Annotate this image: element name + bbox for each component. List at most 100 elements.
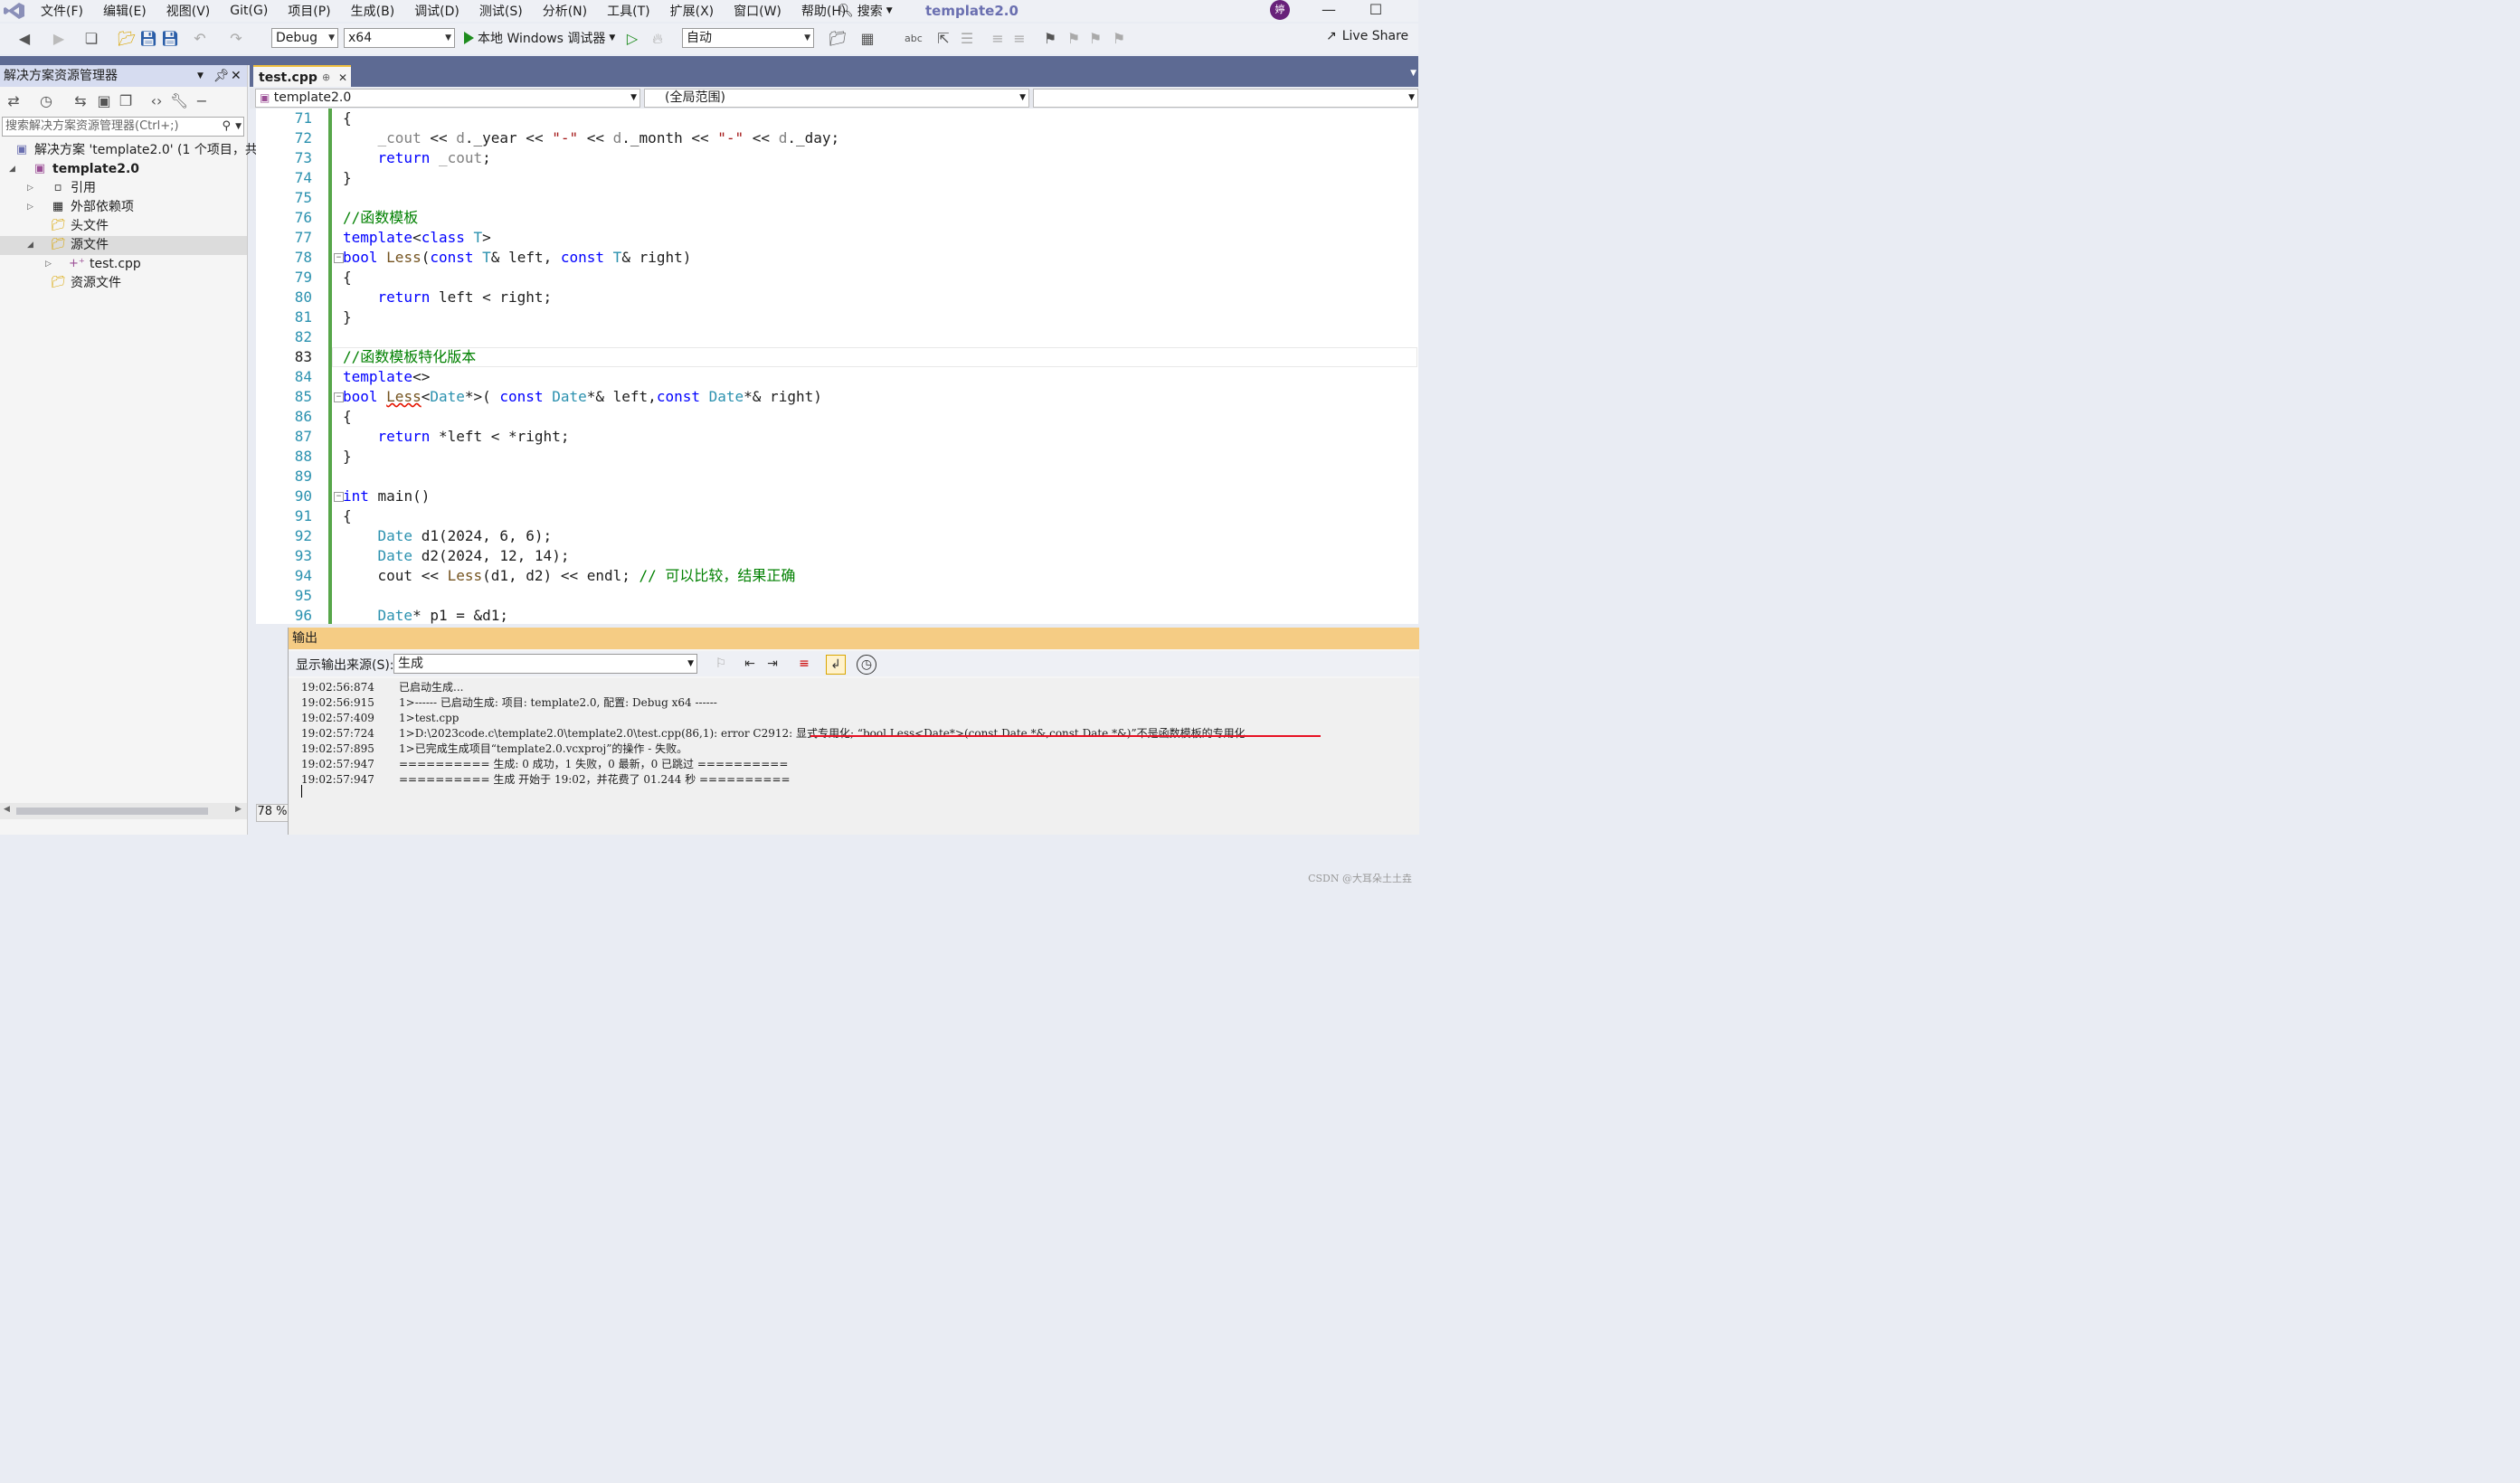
prev-message-icon[interactable]: ⇤: [741, 655, 759, 673]
config-dropdown[interactable]: Debug ▼: [271, 28, 338, 48]
save-icon[interactable]: 💾︎: [139, 31, 157, 47]
tree-item-source-files[interactable]: ◢ 📁︎ 源文件: [0, 236, 247, 255]
tree-item-solution[interactable]: ▣ 解决方案 'template2.0' (1 个项目，共: [0, 141, 258, 160]
chevron-down-icon[interactable]: ▼: [235, 118, 242, 136]
save-all-icon[interactable]: 💾︎: [161, 31, 179, 47]
wrench-icon[interactable]: 🔧︎: [170, 93, 188, 109]
chevron-down-icon[interactable]: ▼: [197, 65, 204, 87]
code-line: return *left < *right;: [377, 428, 570, 445]
next-message-icon[interactable]: ⇥: [763, 655, 782, 673]
undo-icon[interactable]: ↶: [192, 31, 208, 47]
horizontal-scrollbar[interactable]: ◀ ▶: [0, 803, 247, 819]
sync-icon[interactable]: ⇆: [72, 93, 89, 109]
close-icon[interactable]: ✕: [338, 67, 347, 89]
collapsed-arrow-icon[interactable]: ▷: [27, 179, 38, 198]
avatar[interactable]: 婷: [1270, 0, 1290, 20]
code-line: bool Less<Date*>( const Date*& left,cons…: [343, 388, 822, 405]
menu-test[interactable]: 测试(S): [469, 2, 533, 20]
pin-icon[interactable]: 📌︎: [213, 65, 230, 87]
menu-analyze[interactable]: 分析(N): [533, 2, 597, 20]
back-icon[interactable]: ◀: [16, 31, 33, 47]
uncomment-icon[interactable]: ≡: [1011, 31, 1028, 47]
tree-item-external-deps[interactable]: ▷ ▦ 外部依赖项: [0, 198, 247, 217]
tab-test-cpp[interactable]: test.cpp ⊕ ✕: [253, 65, 351, 87]
expanded-arrow-icon[interactable]: ◢: [9, 160, 20, 179]
open-folder-icon[interactable]: 📂︎: [118, 31, 136, 47]
output-timestamp: 19:02:57:947: [301, 758, 374, 770]
solution-explorer-toolbar: ⇄ ◷ ⇆ ▣ ❐ ‹› 🔧︎ −: [0, 89, 247, 114]
tree-item-references[interactable]: ▷ ▫ 引用: [0, 179, 247, 198]
new-project-icon[interactable]: ❏: [83, 31, 99, 47]
fold-toggle-icon[interactable]: −: [334, 392, 344, 402]
prev-bookmark-icon[interactable]: ⚑: [1066, 31, 1082, 47]
chevron-down-icon: ▼: [445, 33, 451, 43]
zoom-level[interactable]: 78 %: [256, 804, 289, 822]
maximize-button[interactable]: ☐: [1355, 0, 1397, 22]
tree-item-test-cpp[interactable]: ▷ +⁺ test.cpp: [0, 255, 247, 274]
fold-toggle-icon[interactable]: −: [334, 253, 344, 263]
forward-icon[interactable]: ▶: [51, 31, 67, 47]
tree-item-project[interactable]: ◢ ▣ template2.0: [0, 160, 247, 179]
collapsed-arrow-icon[interactable]: ▷: [27, 198, 38, 217]
timestamp-clock-icon[interactable]: ◷: [857, 655, 876, 675]
bookmark-icon[interactable]: ⚑: [1042, 31, 1058, 47]
platform-dropdown[interactable]: x64 ▼: [344, 28, 455, 48]
hot-reload-icon[interactable]: 🔥︎: [649, 31, 666, 47]
menu-git[interactable]: Git(G): [220, 4, 278, 18]
next-bookmark-icon[interactable]: ⚑: [1087, 31, 1104, 47]
output-text[interactable]: 19:02:56:874 已启动生成... 19:02:56:915 1>------…: [289, 678, 1419, 884]
solution-explorer-title: 解决方案资源管理器 ▼ 📌︎ ✕: [0, 65, 247, 87]
format-icon[interactable]: ☰: [959, 31, 975, 47]
clear-bookmarks-icon[interactable]: ⚑: [1111, 31, 1127, 47]
menu-extensions[interactable]: 扩展(X): [660, 2, 725, 20]
history-icon[interactable]: ◷: [38, 93, 54, 109]
menu-window[interactable]: 窗口(W): [724, 2, 791, 20]
pin-icon[interactable]: ⊕: [322, 67, 330, 89]
expanded-arrow-icon[interactable]: ◢: [27, 236, 38, 255]
find-message-icon[interactable]: ⚐: [712, 655, 730, 673]
tree-item-resource-files[interactable]: 📁︎ 资源文件: [0, 274, 247, 293]
start-debugging-button[interactable]: 本地 Windows 调试器 ▼: [464, 28, 615, 48]
menu-file[interactable]: 文件(F): [31, 2, 93, 20]
solution-icon: ▣: [15, 143, 28, 156]
line-number: 82: [294, 328, 312, 345]
start-without-debugging-icon[interactable]: ▷: [624, 31, 640, 47]
menu-project[interactable]: 项目(P): [278, 2, 340, 20]
preview-icon[interactable]: −: [194, 93, 210, 109]
layout-icon[interactable]: ▦: [859, 31, 876, 47]
search-button[interactable]: 🔍︎ 搜索 ▼: [838, 0, 893, 22]
scrollbar-thumb[interactable]: [16, 808, 208, 815]
solution-search-input[interactable]: 搜索解决方案资源管理器(Ctrl+;) ⚲ ▼: [2, 117, 244, 137]
solution-explorer-icon[interactable]: 📁︎: [829, 31, 847, 47]
collapsed-arrow-icon[interactable]: ▷: [45, 255, 56, 274]
menu-edit[interactable]: 编辑(E): [93, 2, 156, 20]
collapse-all-icon[interactable]: ▣: [96, 93, 112, 109]
word-wrap-icon[interactable]: ↲: [826, 655, 846, 675]
clear-all-icon[interactable]: ≡: [795, 655, 813, 673]
member-dropdown[interactable]: ▼: [1033, 89, 1418, 108]
menu-view[interactable]: 视图(V): [156, 2, 221, 20]
comment-icon[interactable]: ≡: [990, 31, 1006, 47]
code-view-icon[interactable]: ‹›: [148, 93, 165, 109]
output-source-dropdown[interactable]: 生成 ▼: [393, 654, 697, 674]
code-editor[interactable]: 71 72 73 74 75 76 77 78 79 80 81 82 83 84 85 86 87 88 89 90…: [256, 109, 1418, 624]
menu-tools[interactable]: 工具(T): [597, 2, 659, 20]
stack-frame-dropdown[interactable]: 自动 ▼: [682, 28, 814, 48]
show-all-files-icon[interactable]: ❐: [118, 93, 134, 109]
chevron-down-icon[interactable]: ▼: [1410, 69, 1416, 78]
project-dropdown[interactable]: ▣ template2.0 ▼: [255, 89, 640, 108]
live-share-button[interactable]: ↗ Live Share: [1326, 29, 1408, 43]
fold-toggle-icon[interactable]: −: [334, 492, 344, 502]
scroll-left-icon[interactable]: ◀: [4, 805, 10, 814]
spell-check-icon[interactable]: abc: [905, 31, 923, 47]
cursor-icon[interactable]: ⇱: [935, 31, 952, 47]
menu-build[interactable]: 生成(B): [341, 2, 405, 20]
scope-dropdown[interactable]: (全局范围) ▼: [644, 89, 1029, 108]
tree-item-header-files[interactable]: 📁︎ 头文件: [0, 217, 247, 236]
redo-icon[interactable]: ↷: [228, 31, 244, 47]
menu-debug[interactable]: 调试(D): [404, 2, 469, 20]
scroll-right-icon[interactable]: ▶: [235, 805, 242, 814]
switch-view-icon[interactable]: ⇄: [5, 93, 22, 109]
close-icon[interactable]: ✕: [231, 65, 242, 87]
minimize-button[interactable]: —: [1308, 0, 1350, 22]
